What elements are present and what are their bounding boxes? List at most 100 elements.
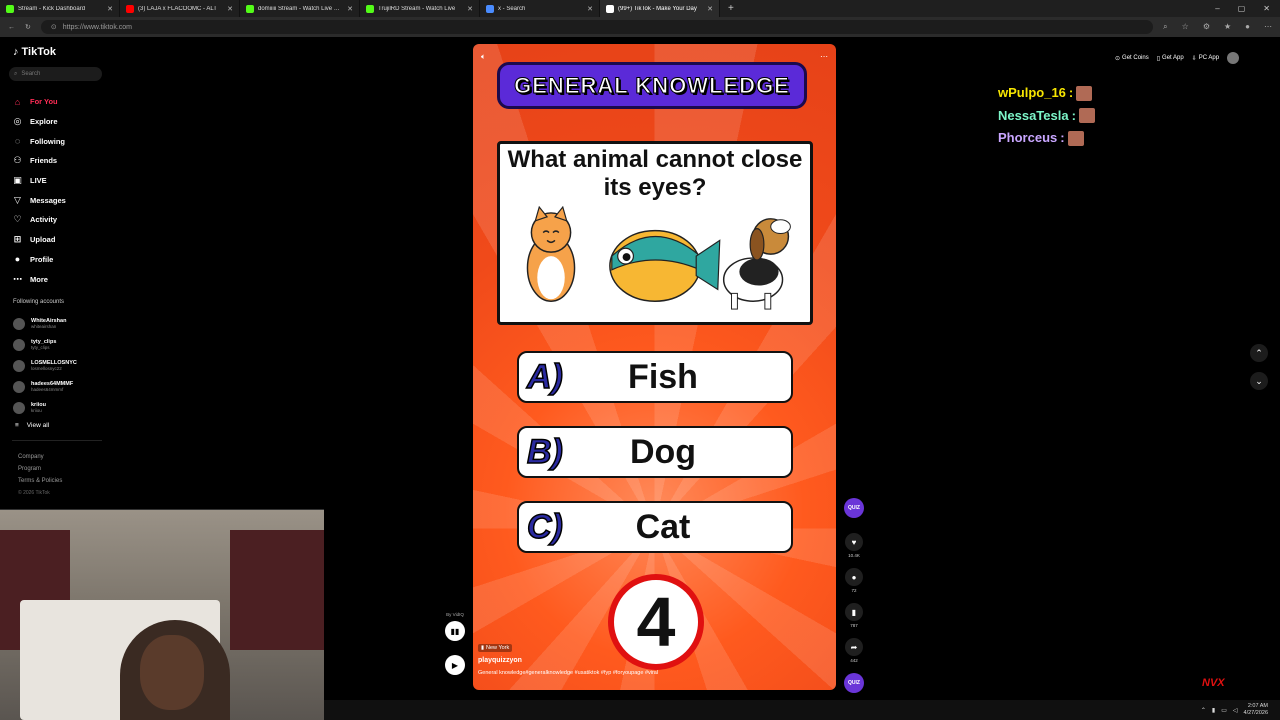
sidebar-item-friends[interactable]: ⚇ Friends xyxy=(12,151,102,171)
following-account[interactable]: kriiou kriiou xyxy=(13,397,109,418)
answer-text: Fish xyxy=(628,357,698,396)
window-controls: – ▢ ✕ xyxy=(1215,4,1280,13)
answer-text: Dog xyxy=(629,432,697,471)
dog-illustration xyxy=(722,218,791,310)
system-clock[interactable]: 2:07 AM 4/27/2026 xyxy=(1244,703,1268,717)
chat-message: wPulpo_16 : xyxy=(998,82,1095,105)
friends-icon: ⚇ xyxy=(13,155,22,166)
sidebar-item-following[interactable]: ◌ Following xyxy=(12,131,102,151)
footer-company-link[interactable]: Company xyxy=(18,451,62,463)
browser-tab[interactable]: (99+) TikTok - Make Your Day ✕ xyxy=(600,0,720,17)
video-top-controls: 🔈︎ ⋯ xyxy=(481,52,828,62)
user-avatar[interactable] xyxy=(1227,52,1240,64)
nvx-logo: NVX xyxy=(1202,677,1225,689)
footer-program-link[interactable]: Program xyxy=(18,463,62,475)
sidebar-item-label: Friends xyxy=(30,156,58,166)
zoom-icon[interactable]: ⌕ xyxy=(1163,22,1167,32)
comment-button[interactable]: ● 72 xyxy=(842,568,866,603)
chat-emote-icon xyxy=(1067,130,1084,146)
video-more-icon[interactable]: ⋯ xyxy=(820,52,828,62)
browser-tab[interactable]: x - Search ✕ xyxy=(480,0,600,17)
previous-video-button[interactable]: ⌃ xyxy=(1250,344,1268,362)
sidebar-item-explore[interactable]: ◎ Explore xyxy=(12,112,102,132)
sidebar-item-messages[interactable]: ▽ Messages xyxy=(12,190,102,210)
close-tab-icon[interactable]: ✕ xyxy=(467,5,473,13)
sidebar-item-more[interactable]: ⋯ More xyxy=(12,269,102,289)
close-tab-icon[interactable]: ✕ xyxy=(347,5,353,13)
share-icon: ➦ xyxy=(845,638,863,656)
search-input[interactable]: ⌕ Search xyxy=(9,67,102,81)
footer-terms-link[interactable]: Terms & Policies xyxy=(18,475,62,487)
sidebar-item-profile[interactable]: ● Profile xyxy=(12,250,102,270)
following-icon: ◌ xyxy=(14,136,21,147)
profile-avatar-icon[interactable]: ● xyxy=(1245,22,1250,32)
maximize-icon[interactable]: ▢ xyxy=(1238,4,1246,13)
windows-taskbar: ⌃ ▮ ▭ ◁ 2:07 AM 4/27/2026 xyxy=(324,700,1280,720)
fish-illustration xyxy=(609,229,721,302)
following-account[interactable]: WhiteAirshan whiteairshan xyxy=(13,313,109,334)
view-all-link[interactable]: ≡ View all xyxy=(15,422,49,429)
save-button[interactable]: ▮ 787 xyxy=(842,603,866,638)
sidebar-item-label: For You xyxy=(30,97,58,107)
compass-icon: ◎ xyxy=(13,116,22,127)
chat-separator: : xyxy=(1068,85,1074,100)
sidebar-item-live[interactable]: ▣ LIVE xyxy=(12,171,102,191)
avatar xyxy=(13,338,25,351)
minimize-icon[interactable]: – xyxy=(1215,4,1219,13)
close-tab-icon[interactable]: ✕ xyxy=(227,5,233,13)
speaker-icon[interactable]: ◁ xyxy=(1233,707,1238,714)
chat-message: NessaTesla : xyxy=(998,105,1095,128)
close-tab-icon[interactable]: ✕ xyxy=(587,5,593,13)
creator-avatar[interactable]: QUIZ xyxy=(842,498,866,533)
following-account[interactable]: hadees64MMMF hadees64mmmf xyxy=(13,376,109,397)
tiktok-note-icon: ♪ xyxy=(13,46,19,58)
back-icon[interactable]: ← xyxy=(8,24,15,31)
browser-menu-icon[interactable]: ⋯ xyxy=(1264,22,1272,32)
favorites-icon[interactable]: ★ xyxy=(1224,22,1231,32)
tiktok-logo[interactable]: ♪ TikTok xyxy=(13,46,56,58)
browser-tab[interactable]: TrujilRD Stream - Watch Live ✕ xyxy=(360,0,480,17)
sidebar-item-activity[interactable]: ♡ Activity xyxy=(12,210,102,230)
stats-button[interactable]: ▮▮ xyxy=(445,621,465,641)
pc-app-button[interactable]: ⇩ PC App xyxy=(1192,55,1219,62)
get-app-button[interactable]: ▯ Get App xyxy=(1157,55,1184,62)
animals-illustration xyxy=(526,206,791,310)
following-account[interactable]: tyty_clips tyty_clips xyxy=(13,334,109,355)
network-icon[interactable]: ▭ xyxy=(1221,707,1227,714)
video-player[interactable]: 🔈︎ ⋯ GENERAL KNOWLEDGE What animal canno… xyxy=(473,44,836,690)
quiz-banner: GENERAL KNOWLEDGE xyxy=(497,62,807,109)
close-tab-icon[interactable]: ✕ xyxy=(707,5,713,13)
get-coins-button[interactable]: ⊙ Get Coins xyxy=(1115,55,1149,62)
volume-icon[interactable]: 🔈︎ xyxy=(481,52,486,62)
play-button[interactable]: ▶ xyxy=(445,655,465,675)
reload-icon[interactable]: ↻ xyxy=(25,23,31,31)
extensions-icon[interactable]: ⚙ xyxy=(1203,22,1210,32)
sidebar-item-label: Messages xyxy=(30,195,66,205)
url-field[interactable]: ⊙ https://www.tiktok.com xyxy=(40,20,1154,34)
tray-chevron-icon[interactable]: ⌃ xyxy=(1201,707,1206,714)
like-button[interactable]: ♥ 10.4K xyxy=(842,533,866,568)
chat-separator: : xyxy=(1071,107,1076,123)
tab-favicon-icon xyxy=(606,4,614,13)
coin-icon: ⊙ xyxy=(1115,55,1121,62)
sidebar-item-upload[interactable]: ⊞ Upload xyxy=(12,230,102,250)
site-info-icon[interactable]: ⊙ xyxy=(51,23,57,31)
close-tab-icon[interactable]: ✕ xyxy=(107,5,113,13)
tiktok-sidebar: ♪ TikTok ⌕ Search ⌂ For You ◎ Explore ◌ Fo… xyxy=(0,40,110,500)
new-tab-button[interactable]: + xyxy=(720,3,742,14)
sidebar-item-for-you[interactable]: ⌂ For You xyxy=(12,92,102,112)
browser-tab[interactable]: Stream - Kick Dashboard ✕ xyxy=(0,0,120,17)
video-author[interactable]: playquizzyon xyxy=(478,657,658,664)
mic-icon[interactable]: ▮ xyxy=(1212,707,1215,714)
bookmark-star-icon[interactable]: ☆ xyxy=(1182,22,1189,32)
location-tag[interactable]: ▮ New York xyxy=(478,644,513,652)
browser-tab[interactable]: (3) LAJA x FLACOOMC - ALT ✕ xyxy=(120,0,240,17)
close-window-icon[interactable]: ✕ xyxy=(1263,4,1270,13)
sidebar-item-label: Profile xyxy=(30,254,54,264)
browser-tab[interactable]: domiiiii Stream - Watch Live on Ki ✕ xyxy=(240,0,360,17)
share-button[interactable]: ➦ 442 xyxy=(842,638,866,673)
next-video-button[interactable]: ⌄ xyxy=(1250,372,1268,390)
chat-username: NessaTesla xyxy=(998,107,1069,123)
following-account[interactable]: LOSMELLOSNYC losmellosnyc22 xyxy=(13,355,109,376)
share-count: 442 xyxy=(850,658,858,663)
